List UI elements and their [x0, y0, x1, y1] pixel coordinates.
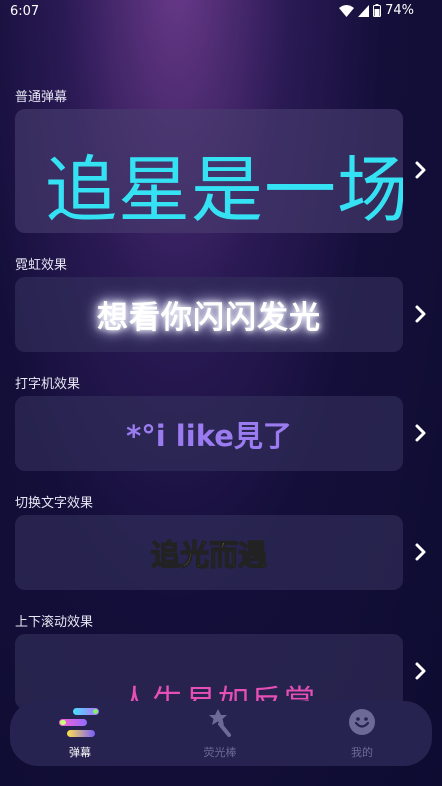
bottom-nav: 弹幕 荧光棒 我的	[10, 701, 432, 766]
battery-percent: 74%	[385, 3, 414, 18]
nav-label-profile: 我的	[351, 746, 373, 759]
status-time: 6:07	[10, 4, 40, 19]
preview-text-normal: 追星是一场	[45, 148, 403, 232]
chevron-right-icon[interactable]	[414, 423, 428, 443]
preview-text-switch: 追光而遇	[150, 537, 267, 572]
preview-card-neon[interactable]: 想看你闪闪发光	[15, 277, 403, 352]
chevron-right-icon[interactable]	[414, 542, 428, 562]
wifi-icon	[339, 4, 355, 17]
preview-text-neon: 想看你闪闪发光	[97, 300, 321, 336]
chevron-right-icon[interactable]	[414, 160, 428, 180]
preview-card-switch[interactable]: 追光而遇	[15, 515, 403, 590]
home-indicator-area	[0, 772, 442, 786]
preview-text-typewriter: *°i like見了	[126, 418, 292, 453]
preview-card-scroll[interactable]: 人生易如反掌	[15, 634, 403, 709]
section-label-normal: 普通弹幕	[15, 90, 68, 105]
nav-label-danmaku: 弹幕	[69, 746, 91, 759]
battery-icon	[373, 4, 382, 17]
danmaku-icon	[59, 708, 99, 737]
nav-label-glowstick: 荧光棒	[203, 746, 237, 759]
status-icons: 74%	[339, 3, 414, 18]
section-label-switch: 切换文字效果	[15, 496, 94, 511]
preview-card-typewriter[interactable]: *°i like見了	[15, 396, 403, 471]
section-label-typewriter: 打字机效果	[15, 377, 81, 392]
status-bar: 6:07 74%	[0, 0, 442, 26]
nav-tab-profile[interactable]: 我的	[302, 701, 422, 766]
glow-stick-icon	[209, 709, 231, 737]
chevron-right-icon[interactable]	[414, 304, 428, 324]
signal-icon	[358, 4, 370, 17]
nav-tab-glowstick[interactable]: 荧光棒	[160, 701, 280, 766]
section-label-neon: 霓虹效果	[15, 258, 68, 273]
preview-card-normal[interactable]: 追星是一场	[15, 109, 403, 233]
chevron-right-icon[interactable]	[414, 661, 428, 681]
section-label-scroll: 上下滚动效果	[15, 615, 94, 630]
smiley-profile-icon	[349, 709, 375, 735]
nav-tab-danmaku[interactable]: 弹幕	[20, 701, 140, 766]
